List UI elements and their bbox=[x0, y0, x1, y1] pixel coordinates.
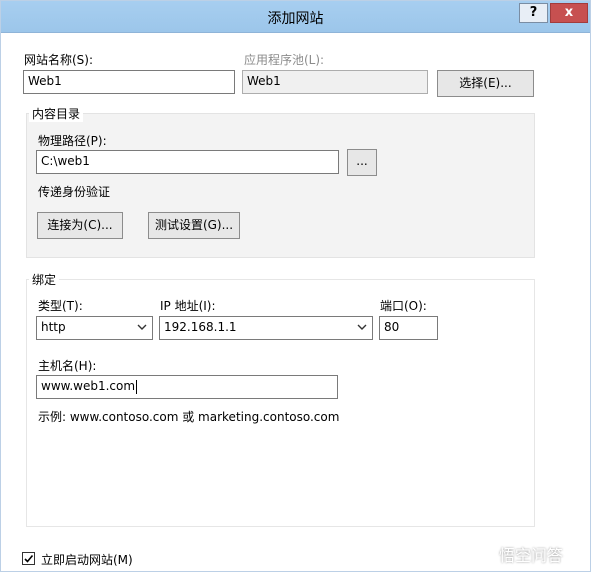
title-bar: 添加网站 ? x bbox=[1, 1, 590, 33]
chevron-down-icon bbox=[137, 324, 147, 330]
watermark: 悟空问答 bbox=[474, 541, 563, 567]
hostname-value: www.web1.com bbox=[41, 379, 136, 393]
pass-auth-label: 传递身份验证 bbox=[38, 185, 111, 199]
connect-as-button[interactable]: 连接为(C)... bbox=[37, 212, 123, 239]
ip-address-select[interactable]: 192.168.1.1 bbox=[159, 316, 373, 340]
start-site-label: 立即启动网站(M) bbox=[41, 553, 133, 567]
binding-type-value: http bbox=[41, 320, 66, 334]
physical-path-input[interactable]: C:\web1 bbox=[36, 150, 339, 174]
test-settings-button[interactable]: 测试设置(G)... bbox=[148, 212, 240, 239]
help-button[interactable]: ? bbox=[519, 3, 548, 23]
start-site-checkbox[interactable] bbox=[22, 552, 35, 565]
add-website-dialog: 添加网站 ? x 网站名称(S): Web1 应用程序池(L): Web1 选择… bbox=[0, 0, 591, 572]
close-button[interactable]: x bbox=[550, 3, 588, 23]
chevron-down-icon bbox=[357, 324, 367, 330]
binding-title: 绑定 bbox=[29, 271, 60, 288]
browse-path-button[interactable]: ... bbox=[347, 149, 377, 176]
ip-address-label: IP 地址(I): bbox=[160, 299, 216, 313]
site-name-label: 网站名称(S): bbox=[24, 53, 94, 67]
ip-address-value: 192.168.1.1 bbox=[164, 320, 237, 334]
hostname-example: 示例: www.contoso.com 或 marketing.contoso.… bbox=[38, 410, 340, 424]
binding-type-select[interactable]: http bbox=[36, 316, 153, 340]
app-pool-label: 应用程序池(L): bbox=[244, 53, 325, 67]
hostname-label: 主机名(H): bbox=[38, 359, 97, 373]
port-input[interactable]: 80 bbox=[379, 316, 438, 340]
checkmark-icon bbox=[24, 554, 34, 563]
hostname-input[interactable]: www.web1.com bbox=[36, 375, 338, 399]
content-directory-title: 内容目录 bbox=[29, 105, 84, 122]
binding-type-label: 类型(T): bbox=[38, 299, 83, 313]
dialog-title: 添加网站 bbox=[267, 11, 324, 27]
chat-bubble-icon bbox=[475, 545, 495, 563]
port-label: 端口(O): bbox=[380, 299, 427, 313]
watermark-text: 悟空问答 bbox=[499, 546, 564, 565]
site-name-input[interactable]: Web1 bbox=[23, 70, 235, 94]
select-app-pool-button[interactable]: 选择(E)... bbox=[437, 70, 534, 97]
text-cursor bbox=[136, 379, 138, 394]
app-pool-field: Web1 bbox=[242, 70, 428, 94]
physical-path-label: 物理路径(P): bbox=[38, 134, 107, 148]
